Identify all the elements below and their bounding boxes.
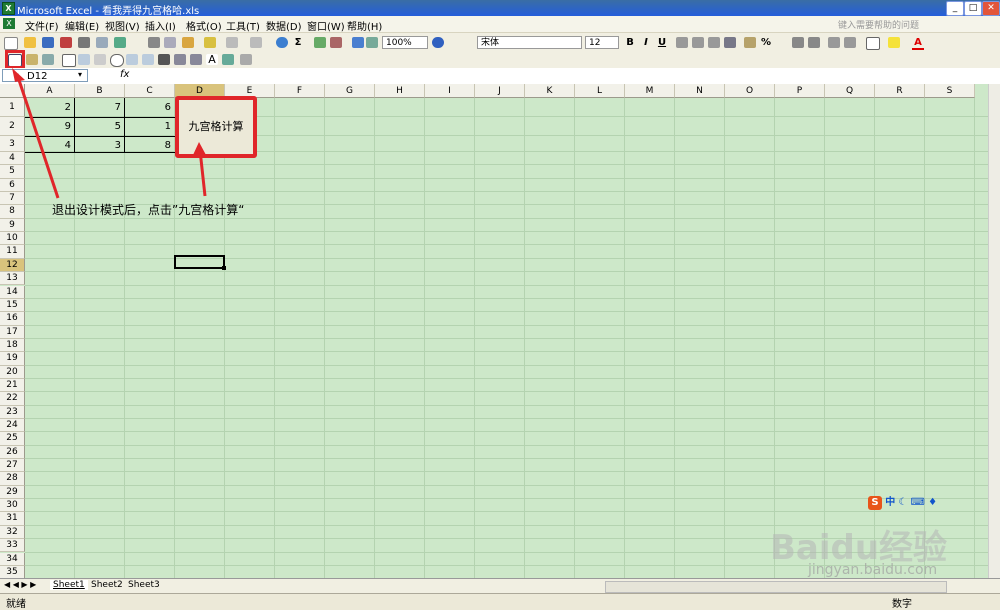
ime-mode[interactable]: 中 [885,497,895,508]
annotation-arrows [12,68,207,199]
sogou-icon[interactable]: S [868,496,882,510]
tab-sheet1[interactable]: Sheet1 [50,580,88,590]
moon-icon[interactable]: ☾ [898,497,907,508]
arrow-to-design-mode [15,73,60,199]
arrow-head [12,68,25,82]
tab-sheet3[interactable]: Sheet3 [125,580,163,590]
tab-sheet2[interactable]: Sheet2 [88,580,126,590]
shirt-icon[interactable]: ♦ [928,497,937,508]
baidu-url: jingyan.baidu.com [808,562,938,578]
arrow-to-button [198,149,207,197]
horizontal-scrollbar[interactable] [605,581,947,593]
ime-toolbar[interactable]: S 中 ☾ ⌨ ♦ [868,493,998,510]
arrow-head [193,142,206,155]
tab-nav-icon[interactable]: ◀ ◀ ▶ ▶ [4,580,36,589]
sheet-tab-bar: ◀ ◀ ▶ ▶ Sheet1 Sheet2 Sheet3 [0,578,1000,593]
keyboard-icon[interactable]: ⌨ [911,497,925,508]
status-num: 数字 [892,599,912,610]
status-bar: 就绪 数字 [0,593,1000,610]
status-ready: 就绪 [6,599,26,610]
